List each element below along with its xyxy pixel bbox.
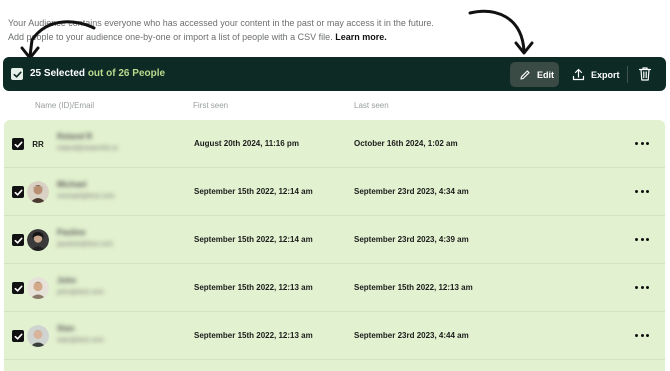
selection-summary: 25 Selected out of 26 People — [30, 68, 165, 79]
pencil-icon — [520, 69, 530, 80]
row-checkbox[interactable] — [12, 186, 24, 198]
row-checkbox[interactable] — [12, 282, 24, 294]
export-label: Export — [591, 69, 620, 80]
check-icon — [14, 333, 23, 340]
column-header-first-seen[interactable]: First seen — [193, 101, 228, 110]
more-options-icon[interactable] — [635, 188, 649, 194]
more-options-icon[interactable] — [635, 332, 649, 338]
row-checkbox[interactable] — [12, 138, 24, 150]
first-seen-value: September 15th 2022, 12:14 am — [194, 235, 313, 244]
avatar: RR — [32, 139, 44, 149]
more-options-icon[interactable] — [635, 140, 649, 146]
avatar — [27, 229, 49, 251]
check-icon — [14, 285, 23, 292]
last-seen-value: September 23rd 2023, 4:39 am — [354, 235, 469, 244]
check-icon — [14, 189, 23, 196]
avatar — [27, 181, 49, 203]
selected-count: 25 Selected — [30, 68, 86, 79]
person-name: Pauline — [57, 228, 86, 237]
person-photo-icon — [27, 181, 49, 203]
table-row[interactable]: Michael michael@test.com September 15th … — [4, 168, 665, 216]
person-name: Roland R — [57, 132, 93, 141]
last-seen-value: September 23rd 2023, 4:34 am — [354, 187, 469, 196]
avatar — [27, 325, 49, 347]
first-seen-value: September 15th 2022, 12:14 am — [194, 187, 313, 196]
edit-button[interactable]: Edit — [510, 62, 559, 87]
learn-more-link[interactable]: Learn more. — [335, 32, 387, 42]
row-checkbox[interactable] — [12, 330, 24, 342]
check-icon — [14, 141, 23, 148]
row-checkbox[interactable] — [12, 234, 24, 246]
more-options-icon[interactable] — [635, 284, 649, 290]
intro-line-1: Your Audience contains everyone who has … — [8, 18, 434, 28]
toolbar-divider — [627, 66, 628, 83]
intro-line-2-text: Add people to your audience one-by-one o… — [8, 32, 333, 42]
more-options-icon[interactable] — [635, 236, 649, 242]
person-name: Michael — [57, 180, 87, 189]
people-table-body: RR Roland R roland@searchto.io August 20… — [4, 120, 665, 371]
first-seen-value: August 20th 2024, 11:16 pm — [194, 139, 299, 148]
audience-description: Your Audience contains everyone who has … — [8, 16, 628, 44]
table-row[interactable]: RR Roland R roland@searchto.io August 20… — [4, 120, 665, 168]
last-seen-value: October 16th 2024, 1:02 am — [354, 139, 458, 148]
person-email: michael@test.com — [57, 193, 115, 200]
person-email: stan@test.com — [57, 337, 104, 344]
selection-toolbar: 25 Selected out of 26 People Edit Export — [3, 57, 666, 91]
column-header-name[interactable]: Name (ID)/Email — [35, 101, 94, 110]
table-row[interactable]: John john@test.com September 15th 2022, … — [4, 264, 665, 312]
avatar — [27, 277, 49, 299]
check-icon — [13, 71, 22, 78]
person-name: Stan — [57, 324, 75, 333]
total-people: out of 26 People — [87, 68, 166, 79]
edit-label: Edit — [537, 69, 554, 80]
upload-icon — [572, 68, 585, 81]
trash-icon[interactable] — [638, 66, 652, 82]
person-name: John — [57, 276, 77, 285]
person-photo-icon — [27, 277, 49, 299]
person-email: roland@searchto.io — [57, 145, 118, 152]
last-seen-value: September 23rd 2023, 4:44 am — [354, 331, 469, 340]
intro-line-2: Add people to your audience one-by-one o… — [8, 30, 628, 44]
person-email: pauline@test.com — [57, 241, 114, 248]
table-header: Name (ID)/Email First seen Last seen — [0, 101, 670, 113]
column-header-last-seen[interactable]: Last seen — [354, 101, 389, 110]
table-row[interactable]: Stan stan@test.com September 15th 2022, … — [4, 312, 665, 360]
last-seen-value: September 15th 2022, 12:13 am — [354, 283, 473, 292]
check-icon — [14, 237, 23, 244]
first-seen-value: September 15th 2022, 12:13 am — [194, 331, 313, 340]
person-email: john@test.com — [57, 289, 104, 296]
person-photo-icon — [27, 229, 49, 251]
person-photo-icon — [27, 325, 49, 347]
table-row[interactable]: Pauline pauline@test.com September 15th … — [4, 216, 665, 264]
first-seen-value: September 15th 2022, 12:13 am — [194, 283, 313, 292]
select-all-checkbox[interactable] — [11, 68, 23, 80]
export-button[interactable]: Export — [570, 62, 625, 87]
